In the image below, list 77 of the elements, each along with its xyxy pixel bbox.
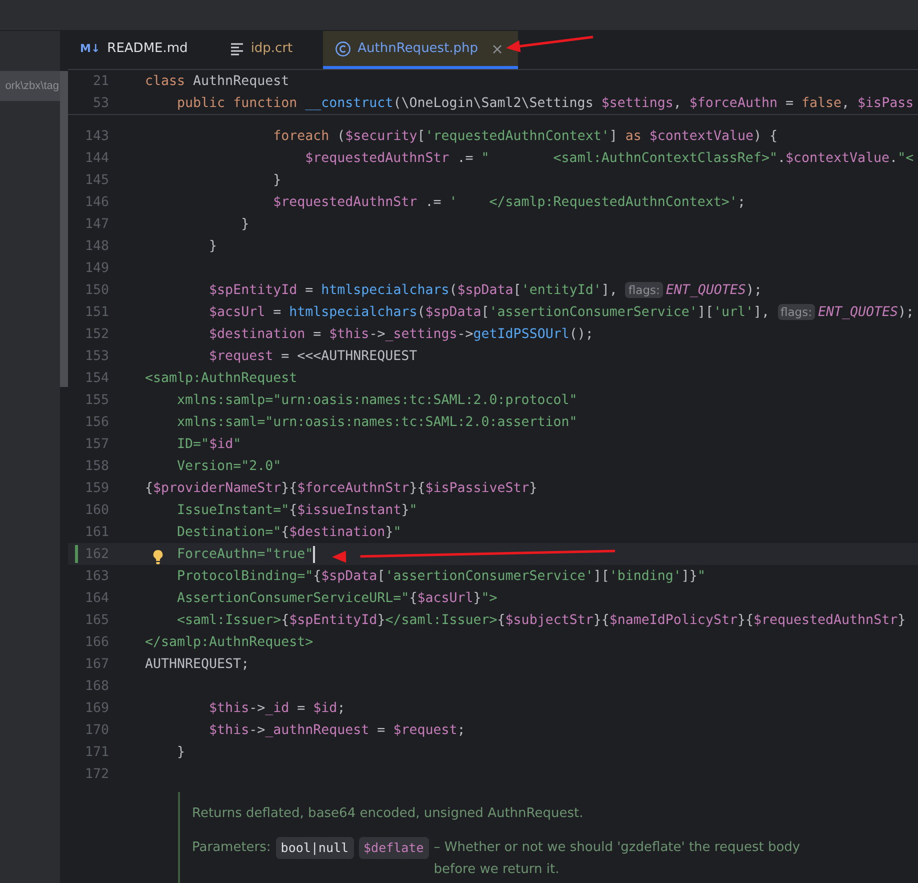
line-number: 159 — [84, 480, 109, 496]
line-number: 53 — [92, 96, 109, 110]
editor-tab[interactable]: AuthnRequest.php × — [322, 31, 518, 69]
line-number: 166 — [84, 634, 109, 650]
code-line: } — [209, 238, 218, 254]
code-line: $requestedAuthnStr .= ' </samlp:RequestedAuthnContext>'; — [273, 194, 746, 210]
line-number: 169 — [84, 700, 109, 716]
markdown-icon: M↓ — [80, 42, 100, 55]
code-line: class AuthnRequest — [145, 74, 290, 88]
param-name: $deflate — [358, 837, 429, 859]
line-number: 152 — [84, 326, 109, 342]
line-number: 161 — [84, 524, 109, 540]
code-line: foreach ($security['requestedAuthnContext'] as $contextValue) { — [273, 128, 778, 144]
scrollbar[interactable] — [60, 71, 68, 387]
code-line: ProtocolBinding="{$spData['assertionConsumerService']['binding']}" — [177, 568, 706, 584]
code-line: </samlp:AuthnRequest> — [145, 634, 314, 650]
doc-summary: Returns deflated, base64 encoded, unsigned AuthnRequest. — [192, 806, 584, 821]
project-path[interactable]: ork\zbx\tag — [5, 80, 60, 92]
code-line: } — [177, 744, 186, 760]
code-line: xmlns:samlp="urn:oasis:names:tc:SAML:2.0:protocol" — [177, 392, 578, 408]
text-file-icon — [230, 42, 244, 56]
code-line: ForceAuthn="true" — [177, 546, 314, 562]
line-number: 148 — [84, 238, 109, 254]
line-number: 158 — [84, 458, 109, 474]
code-line: $this->_id = $id; — [209, 700, 346, 716]
line-number: 146 — [84, 194, 109, 210]
editor-tab[interactable]: idp.crt — [218, 31, 313, 69]
code-line: <samlp:AuthnRequest — [145, 370, 298, 386]
code-line: xmlns:saml="urn:oasis:names:tc:SAML:2.0:assertion" — [177, 414, 578, 430]
line-number: 155 — [84, 392, 109, 408]
code-line: $spEntityId = htmlspecialchars($spData['entityId'], flags: ENT_QUOTES); — [209, 282, 762, 298]
code-line: <saml:Issuer>{$spEntityId}</saml:Issuer>{$subjectStr}{$nameIdPolicyStr}{$requestedAuthnStr} — [177, 612, 906, 628]
line-number: 171 — [84, 744, 109, 760]
line-number: 172 — [84, 766, 109, 782]
line-number: 168 — [84, 678, 109, 694]
code-line: Version="2.0" — [177, 458, 282, 474]
params-label: Parameters: — [192, 839, 271, 855]
code-line: ID="$id" — [177, 436, 242, 452]
code-line: $acsUrl = htmlspecialchars($spData['assertionConsumerService']['url'], flags: ENT_QUOTES); — [209, 304, 914, 320]
code-line: $requestedAuthnStr .= " <saml:AuthnContextClassRef>".$contextValue."< — [305, 150, 914, 166]
line-number: 157 — [84, 436, 109, 452]
param-type: bool|null — [276, 837, 354, 859]
editor-tab[interactable]: M↓ README.md — [68, 31, 208, 69]
line-number: 153 — [84, 348, 109, 364]
lightbulb-icon[interactable] — [152, 548, 164, 564]
code-line: $this->_authnRequest = $request; — [209, 722, 466, 738]
line-number: 151 — [84, 304, 109, 320]
code-line: public function __construct(\OneLogin\Saml2\Settings $settings, $forceAuthn = false, $isPass — [177, 96, 914, 110]
line-number: 156 — [84, 414, 109, 430]
line-number: 21 — [92, 74, 109, 88]
code-line: } — [273, 172, 282, 188]
code-line: Destination="{$destination}" — [177, 524, 402, 540]
selected-tree-row[interactable]: ork\zbx\tag — [0, 71, 60, 101]
line-number: 150 — [84, 282, 109, 298]
line-number: 167 — [84, 656, 109, 672]
line-number: 144 — [84, 150, 109, 166]
code-line: {$providerNameStr}{$forceAuthnStr}{$isPassiveStr} — [145, 480, 538, 496]
line-number: 165 — [84, 612, 109, 628]
line-number: 163 — [84, 568, 109, 584]
line-number: 149 — [84, 260, 109, 276]
code-line: AssertionConsumerServiceURL="{$acsUrl}"> — [177, 590, 498, 606]
class-icon — [334, 40, 351, 56]
text-caret — [313, 546, 316, 562]
code-line: $request = <<<AUTHNREQUEST — [209, 348, 418, 364]
line-number: 160 — [84, 502, 109, 518]
code-line: IssueInstant="{$issueInstant}" — [177, 502, 418, 518]
line-number: 170 — [84, 722, 109, 738]
line-number: 143 — [84, 128, 109, 144]
close-icon[interactable]: × — [491, 40, 504, 58]
line-number: 147 — [84, 216, 109, 232]
param-description: – Whether or not we should 'gzdeflate' the request body before we return it. — [434, 839, 802, 879]
code-line: AUTHNREQUEST; — [145, 656, 250, 672]
line-number: 145 — [84, 172, 109, 188]
code-line: } — [241, 216, 250, 232]
line-number: 164 — [84, 590, 109, 606]
line-number: 154 — [84, 370, 109, 386]
code-line: $destination = $this->_settings->getIdPSSOUrl(); — [209, 326, 594, 342]
